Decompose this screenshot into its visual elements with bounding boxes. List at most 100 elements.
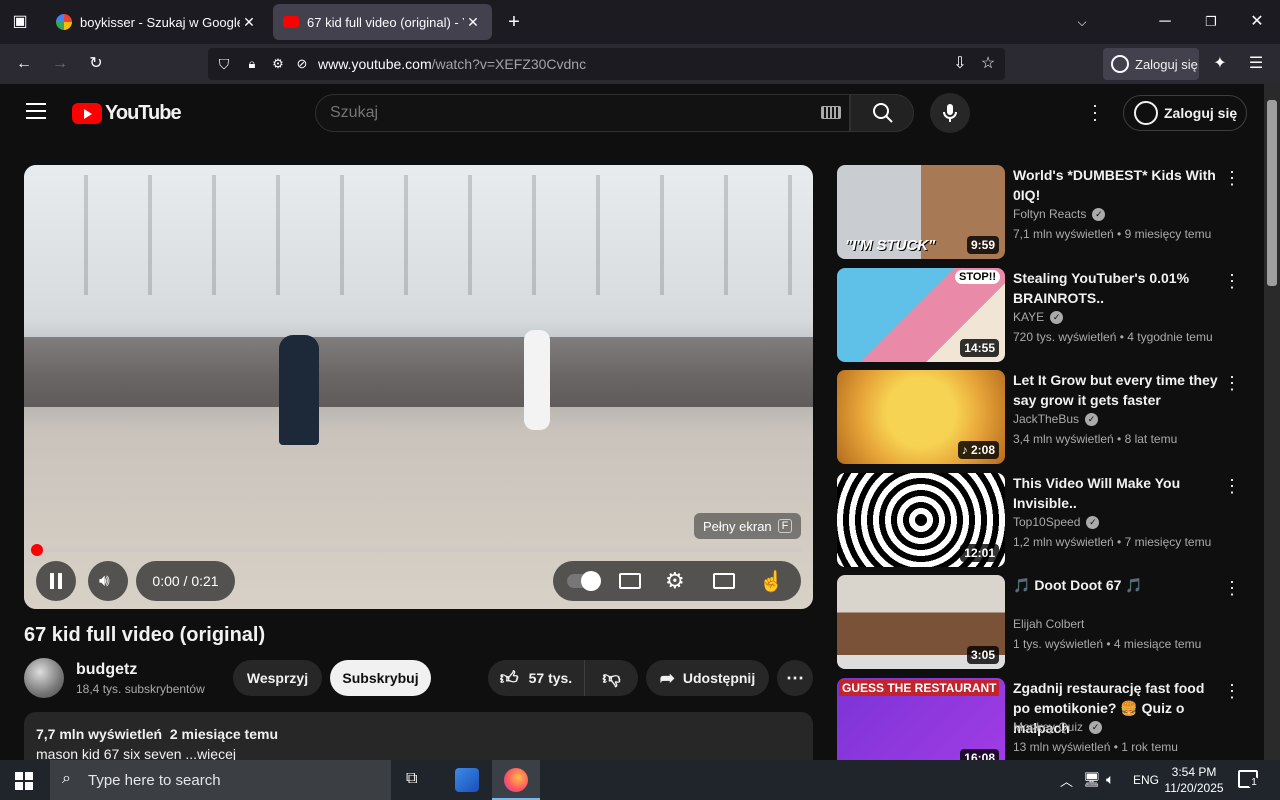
network-icon[interactable]: 🖥︎ (1083, 771, 1101, 788)
recommendation-card[interactable]: 3:05 🎵 Doot Doot 67 🎵 Elijah Colbert 1 t… (837, 575, 1247, 669)
signin-button[interactable]: Zaloguj się (1123, 95, 1247, 131)
voice-search-button[interactable] (930, 93, 970, 133)
permissions-icon[interactable]: ⚙ (268, 54, 288, 74)
firefox-taskbar-button[interactable] (492, 760, 540, 800)
more-options-icon[interactable]: ⋮ (1223, 579, 1241, 599)
volume-button[interactable]: 🔊︎ (88, 561, 128, 601)
subscribe-button[interactable]: Subskrybuj (330, 660, 431, 696)
channel-avatar[interactable] (24, 658, 64, 698)
search-box[interactable] (315, 94, 850, 132)
channel-name[interactable]: Foltyn Reacts (1013, 207, 1086, 221)
channel-name[interactable]: Monkey Quiz (1013, 720, 1083, 734)
close-tab-icon[interactable]: ✕ (240, 14, 258, 31)
video-thumbnail[interactable]: STOP!! 14:55 (837, 268, 1005, 362)
tab-list-icon[interactable]: ▣ (10, 12, 30, 32)
pause-button[interactable] (36, 561, 76, 601)
video-thumbnail[interactable]: ♪ 2:08 (837, 370, 1005, 464)
recommendation-card[interactable]: ♪ 2:08 Let It Grow but every time they s… (837, 370, 1247, 464)
more-options-icon[interactable]: ⋮ (1223, 169, 1241, 189)
recommendation-card[interactable]: STOP!! 14:55 Stealing YouTuber's 0.01% B… (837, 268, 1247, 362)
more-options-icon[interactable]: ⋮ (1223, 682, 1241, 702)
list-all-tabs-icon[interactable]: ⌵ (1072, 12, 1092, 32)
channel-row: KAYE ✓ (1013, 310, 1064, 324)
like-button[interactable]: 👍︎ 57 tys. (488, 660, 585, 696)
player-figure (279, 335, 319, 445)
tab-google[interactable]: boykisser - Szukaj w Google ✕ (46, 4, 268, 40)
progress-bar[interactable] (36, 548, 801, 552)
channel-name[interactable]: JackTheBus (1013, 412, 1079, 426)
video-thumbnail[interactable]: "I'M STUCK" 9:59 (837, 165, 1005, 259)
video-duration: 12:01 (960, 544, 999, 562)
account-button[interactable]: Zaloguj się (1103, 48, 1199, 80)
forward-icon[interactable]: → (50, 54, 70, 74)
restore-icon[interactable]: ❐ (1201, 12, 1221, 32)
recommendation-card[interactable]: 12:01 This Video Will Make You Invisible… (837, 473, 1247, 567)
window-close-icon[interactable]: ✕ (1247, 12, 1267, 32)
recommendation-card[interactable]: GUESS THE RESTAURANT 16:08 Zgadnij resta… (837, 678, 1247, 760)
app-menu-icon[interactable]: ☰ (1246, 54, 1266, 74)
video-title[interactable]: 🎵 Doot Doot 67 🎵 (1013, 575, 1223, 595)
guide-menu-icon[interactable] (26, 102, 46, 119)
settings-gear-icon[interactable]: ⚙ (665, 568, 685, 594)
scrollbar-thumb[interactable] (1267, 100, 1277, 286)
video-title[interactable]: Stealing YouTuber's 0.01% BRAINROTS.. (1013, 268, 1223, 308)
autoplay-blocked-icon[interactable]: ⊘ (292, 54, 312, 74)
youtube-logo[interactable]: YouTube (72, 102, 182, 125)
video-thumbnail[interactable]: 3:05 (837, 575, 1005, 669)
minimize-icon[interactable]: ─ (1155, 12, 1175, 32)
close-tab-icon[interactable]: ✕ (464, 14, 482, 31)
clock[interactable]: 3:54 PM 11/20/2025 (1162, 764, 1226, 796)
recommendation-card[interactable]: "I'M STUCK" 9:59 World's *DUMBEST* Kids … (837, 165, 1247, 259)
back-icon[interactable]: ← (14, 54, 34, 74)
taskbar-search[interactable]: ⌕ Type here to search (50, 760, 391, 800)
search-input[interactable] (330, 103, 790, 123)
search-button[interactable] (850, 94, 914, 132)
video-title[interactable]: World's *DUMBEST* Kids With 0IQ! (1013, 165, 1223, 205)
channel-name[interactable]: KAYE (1013, 310, 1044, 324)
settings-kebab-icon[interactable]: · · · (1090, 96, 1100, 128)
more-actions-button[interactable]: ⋯ (777, 660, 813, 696)
video-thumbnail[interactable]: 12:01 (837, 473, 1005, 567)
notifications-icon[interactable]: 1 (1238, 770, 1260, 789)
volume-muted-icon[interactable]: 🔈︎ (1106, 771, 1114, 788)
windows-start-icon[interactable] (15, 772, 33, 790)
theater-mode-icon[interactable] (713, 573, 735, 589)
show-hidden-icons-icon[interactable]: ︿ (1060, 771, 1073, 790)
more-options-icon[interactable]: ⋮ (1223, 272, 1241, 292)
edge-app-icon[interactable] (455, 768, 479, 792)
lock-icon[interactable]: 🔒︎ (242, 54, 262, 74)
channel-name[interactable]: Top10Speed (1013, 515, 1080, 529)
verified-icon: ✓ (1086, 515, 1100, 529)
autoplay-toggle[interactable] (567, 571, 601, 591)
install-app-icon[interactable]: ⇩ (950, 54, 970, 74)
more-options-icon[interactable]: ⋮ (1223, 477, 1241, 497)
video-duration: 3:05 (966, 646, 999, 664)
video-title[interactable]: This Video Will Make You Invisible.. (1013, 473, 1223, 513)
verified-icon: ✓ (1089, 720, 1103, 734)
share-button[interactable]: ➦ Udostępnij (646, 660, 769, 696)
subtitles-icon[interactable] (619, 573, 641, 589)
video-thumbnail[interactable]: GUESS THE RESTAURANT 16:08 (837, 678, 1005, 760)
bookmark-star-icon[interactable]: ☆ (978, 54, 998, 74)
task-view-icon[interactable]: ⧉ (406, 770, 417, 788)
dislike-button[interactable]: 👎︎ (585, 660, 638, 696)
channel-name[interactable]: budgetz (76, 661, 137, 679)
tab-youtube[interactable]: 67 kid full video (original) - You ✕ (273, 4, 492, 40)
channel-name[interactable]: Elijah Colbert (1013, 617, 1084, 631)
keyboard-icon[interactable] (821, 106, 841, 119)
extensions-icon[interactable]: ✦ (1210, 54, 1230, 74)
description-box[interactable]: 7,7 mln wyświetleń 2 miesiące temu mason… (24, 712, 813, 760)
shield-icon[interactable]: ⛉ (214, 54, 234, 74)
address-bar[interactable]: ⛉ 🔒︎ ⚙ ⊘ www.youtube.com/watch?v=XEFZ30C… (208, 48, 1005, 80)
reload-icon[interactable]: ↻ (86, 54, 106, 74)
url-text[interactable]: www.youtube.com/watch?v=XEFZ30Cvdnc (318, 56, 586, 72)
more-options-icon[interactable]: ⋮ (1223, 374, 1241, 394)
language-indicator[interactable]: ENG (1133, 773, 1159, 787)
video-player[interactable]: Pełny ekran F 🔊︎ 0:00 / 0:21 ⚙ ☝ (24, 165, 813, 609)
video-title[interactable]: Let It Grow but every time they say grow… (1013, 370, 1223, 410)
support-button[interactable]: Wesprzyj (233, 660, 322, 696)
new-tab-icon[interactable]: + (504, 12, 524, 32)
video-meta: 720 tys. wyświetleń • 4 tygodnie temu (1013, 330, 1213, 344)
crowd (24, 337, 813, 407)
progress-scrubber[interactable] (31, 544, 43, 556)
